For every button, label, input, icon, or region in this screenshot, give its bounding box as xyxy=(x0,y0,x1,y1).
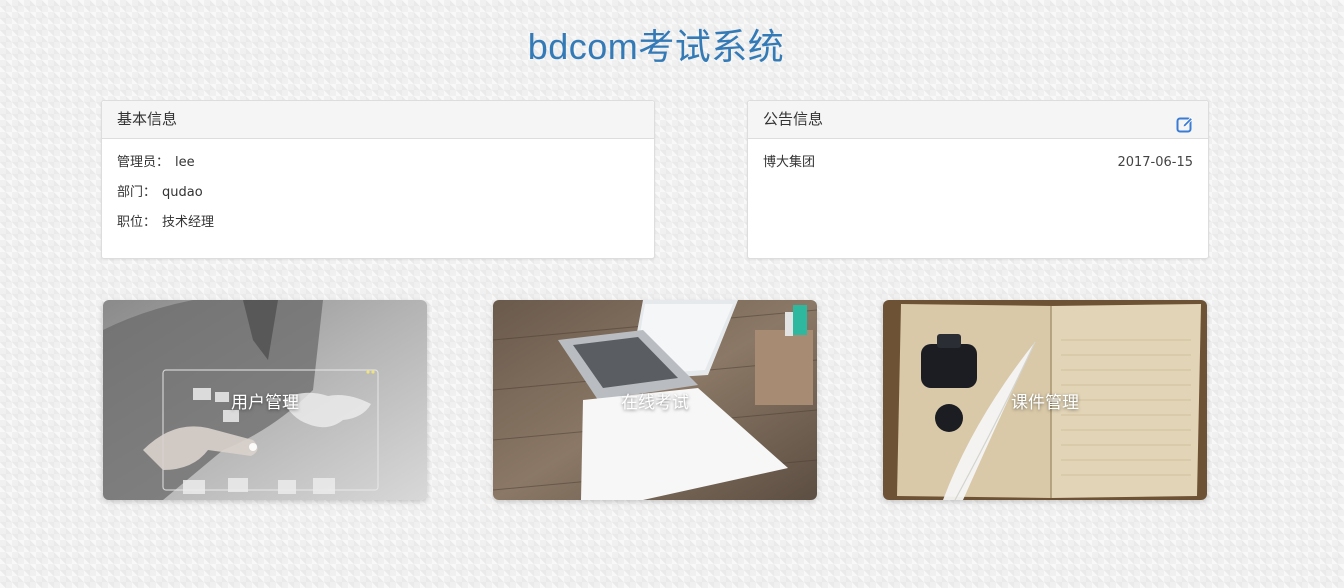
info-row-admin: 管理员： lee xyxy=(117,151,639,181)
basic-info-heading: 基本信息 xyxy=(102,101,654,139)
info-row-department: 部门： qudao xyxy=(117,181,639,211)
tile-label: 用户管理 xyxy=(231,393,299,413)
info-label: 部门： xyxy=(117,185,157,200)
tile-label: 在线考试 xyxy=(621,393,689,413)
page-title: bdcom考试系统 xyxy=(527,26,785,67)
user-management-tile[interactable]: 用户管理 xyxy=(103,300,427,500)
info-value: 技术经理 xyxy=(162,215,215,230)
notice-panel: 公告信息 博大集团 2017-06-15 xyxy=(747,100,1209,259)
edit-icon[interactable] xyxy=(1176,111,1194,133)
info-label: 管理员： xyxy=(117,155,170,170)
notice-heading-label: 公告信息 xyxy=(763,110,824,128)
notice-heading: 公告信息 xyxy=(748,101,1208,139)
online-exam-tile[interactable]: 在线考试 xyxy=(493,300,817,500)
info-value: qudao xyxy=(162,185,203,200)
tile-label: 课件管理 xyxy=(1011,393,1079,413)
notice-item: 博大集团 2017-06-15 xyxy=(763,151,1193,175)
info-label: 职位： xyxy=(117,215,157,230)
notice-item-date: 2017-06-15 xyxy=(1117,155,1193,170)
basic-info-panel: 基本信息 管理员： lee 部门： qudao 职位： 技术经理 xyxy=(101,100,655,259)
notice-body: 博大集团 2017-06-15 xyxy=(748,139,1208,187)
notice-item-title[interactable]: 博大集团 xyxy=(763,151,815,175)
info-row-position: 职位： 技术经理 xyxy=(117,211,639,241)
courseware-management-tile[interactable]: 课件管理 xyxy=(883,300,1207,500)
basic-info-body: 管理员： lee 部门： qudao 职位： 技术经理 xyxy=(102,139,654,253)
info-value: lee xyxy=(175,155,195,170)
